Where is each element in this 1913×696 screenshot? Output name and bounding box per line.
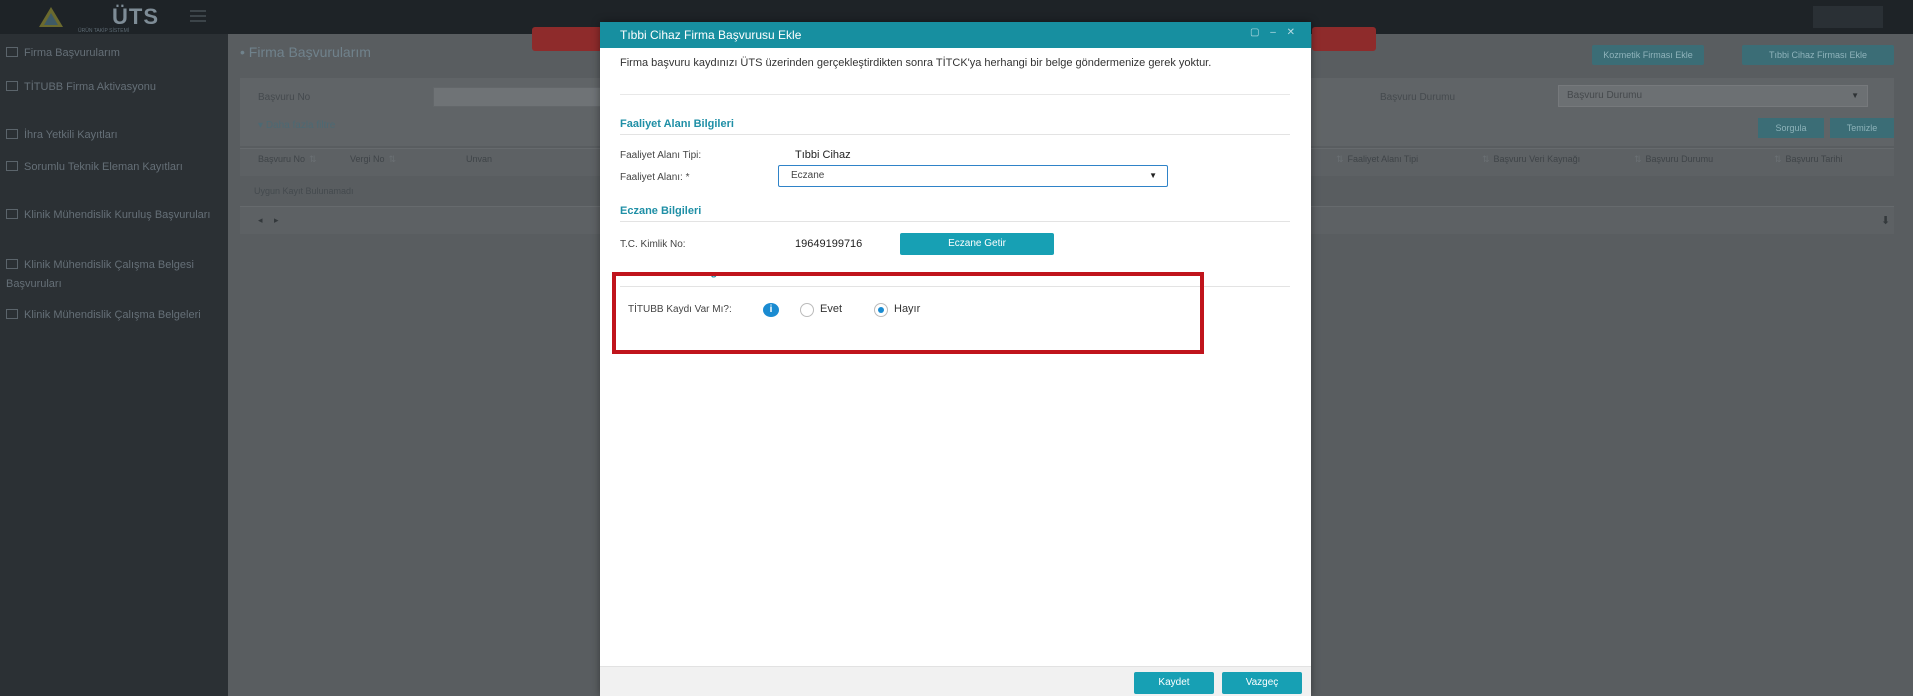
logo-mark-icon [39, 7, 63, 27]
more-filters-link[interactable]: ▾ Daha fazla filtre [258, 120, 335, 131]
logo-text: ÜTS [112, 4, 159, 29]
prev-page-icon[interactable]: ◂ [258, 215, 263, 226]
faaliyet-tipi-label: Faaliyet Alanı Tipi: [620, 150, 702, 161]
next-page-icon[interactable]: ▸ [274, 215, 279, 226]
eczane-section-title: Eczane Bilgileri [620, 205, 702, 217]
dialog-intro-text: Firma başvuru kaydınızı ÜTS üzerinden ge… [620, 57, 1212, 69]
faaliyet-section-title: Faaliyet Alanı Bilgileri [620, 118, 734, 130]
user-menu[interactable] [1813, 6, 1883, 28]
sidebar-item-titubb-aktivasyonu[interactable]: TİTUBB Firma Aktivasyonu [6, 78, 216, 97]
uts-logo[interactable]: ÜTS ÜRÜN TAKİP SİSTEMİ [38, 4, 188, 34]
highlight-box [612, 272, 1204, 354]
add-kozmetik-firma-button[interactable]: Kozmetik Firması Ekle [1592, 45, 1704, 65]
tc-kimlik-label: T.C. Kimlik No: [620, 239, 686, 250]
eczane-getir-button[interactable]: Eczane Getir [900, 233, 1054, 255]
dialog-footer: Kaydet Vazgeç [600, 666, 1311, 696]
search-button[interactable]: Sorgula [1758, 118, 1824, 138]
file-icon [6, 81, 18, 91]
file-icon [6, 129, 18, 139]
divider [620, 94, 1290, 95]
th-basvuru-tarihi[interactable]: ⇅ Başvuru Tarihi [1770, 154, 1842, 165]
cancel-button[interactable]: Vazgeç [1222, 672, 1302, 694]
chevron-down-icon: ▼ [1851, 91, 1859, 100]
sidebar: Firma Başvurularım TİTUBB Firma Aktivasy… [0, 34, 228, 696]
sidebar-item-firma-basvurularim[interactable]: Firma Başvurularım [6, 44, 216, 63]
export-icon[interactable]: ⬇ [1881, 214, 1890, 227]
add-firma-dialog: Tıbbi Cihaz Firma Başvurusu Ekle ▢ – ✕ F… [600, 22, 1311, 696]
file-icon [6, 47, 18, 57]
th-basvuru-veri-kaynagi[interactable]: ⇅ Başvuru Veri Kaynağı [1478, 154, 1580, 165]
sidebar-item-label: Klinik Mühendislik Çalışma Belgeleri [24, 309, 201, 321]
sidebar-item-ihra-yetkili[interactable]: İhra Yetkili Kayıtları [6, 126, 216, 145]
basvuru-durumu-select[interactable]: Başvuru Durumu ▼ [1558, 85, 1868, 107]
chevron-down-icon: ▼ [1149, 171, 1157, 180]
file-icon [6, 161, 18, 171]
faaliyet-tipi-value: Tıbbi Cihaz [795, 149, 851, 161]
th-faaliyet-alani-tipi[interactable]: ⇅ Faaliyet Alanı Tipi [1332, 154, 1418, 165]
basvuru-no-label: Başvuru No [258, 92, 311, 103]
empty-results-message: Uygun Kayıt Bulunamadı [254, 186, 354, 196]
file-icon [6, 309, 18, 319]
file-icon [6, 259, 18, 269]
faaliyet-alani-label: Faaliyet Alanı: * [620, 172, 690, 183]
file-icon [6, 209, 18, 219]
sidebar-item-klinik-calisma-basvuru[interactable]: Klinik Mühendislik Çalışma Belgesi Başvu… [6, 256, 216, 294]
sidebar-item-label: Klinik Mühendislik Çalışma Belgesi Başvu… [6, 259, 194, 290]
sidebar-item-klinik-calisma-belgeleri[interactable]: Klinik Mühendislik Çalışma Belgeleri [6, 306, 216, 325]
dialog-header[interactable]: Tıbbi Cihaz Firma Başvurusu Ekle ▢ – ✕ [600, 22, 1311, 48]
alert-banner-right [1312, 27, 1376, 51]
sidebar-item-label: Klinik Mühendislik Kuruluş Başvuruları [24, 209, 211, 221]
add-tibbi-cihaz-firma-button[interactable]: Tıbbi Cihaz Firması Ekle [1742, 45, 1894, 65]
basvuru-durumu-label: Başvuru Durumu [1380, 92, 1456, 103]
th-basvuru-no[interactable]: Başvuru No ⇅ [258, 154, 321, 165]
menu-toggle-icon[interactable] [190, 10, 206, 22]
divider [620, 221, 1290, 222]
tc-kimlik-value: 19649199716 [795, 238, 863, 250]
th-unvan[interactable]: Unvan [466, 154, 492, 164]
dialog-title: Tıbbi Cihaz Firma Başvurusu Ekle [620, 28, 802, 42]
page-title: • Firma Başvurularım [240, 44, 371, 60]
divider [620, 134, 1290, 135]
save-button[interactable]: Kaydet [1134, 672, 1214, 694]
sidebar-item-sorumlu-teknik[interactable]: Sorumlu Teknik Eleman Kayıtları [6, 158, 216, 177]
sidebar-item-label: İhra Yetkili Kayıtları [24, 129, 118, 141]
th-basvuru-durumu[interactable]: ⇅ Başvuru Durumu [1630, 154, 1713, 165]
window-controls-icon[interactable]: ▢ – ✕ [1250, 27, 1299, 38]
alert-banner-left [532, 27, 602, 51]
sidebar-item-label: Sorumlu Teknik Eleman Kayıtları [24, 161, 183, 173]
faaliyet-alani-select[interactable]: Eczane ▼ [778, 165, 1168, 187]
basvuru-no-input[interactable] [433, 87, 601, 107]
th-vergi-no[interactable]: Vergi No ⇅ [350, 154, 400, 165]
sidebar-item-label: Firma Başvurularım [24, 47, 120, 59]
clear-button[interactable]: Temizle [1830, 118, 1894, 138]
sidebar-item-label: TİTUBB Firma Aktivasyonu [24, 81, 157, 93]
sidebar-item-klinik-kurulus[interactable]: Klinik Mühendislik Kuruluş Başvuruları [6, 206, 216, 225]
